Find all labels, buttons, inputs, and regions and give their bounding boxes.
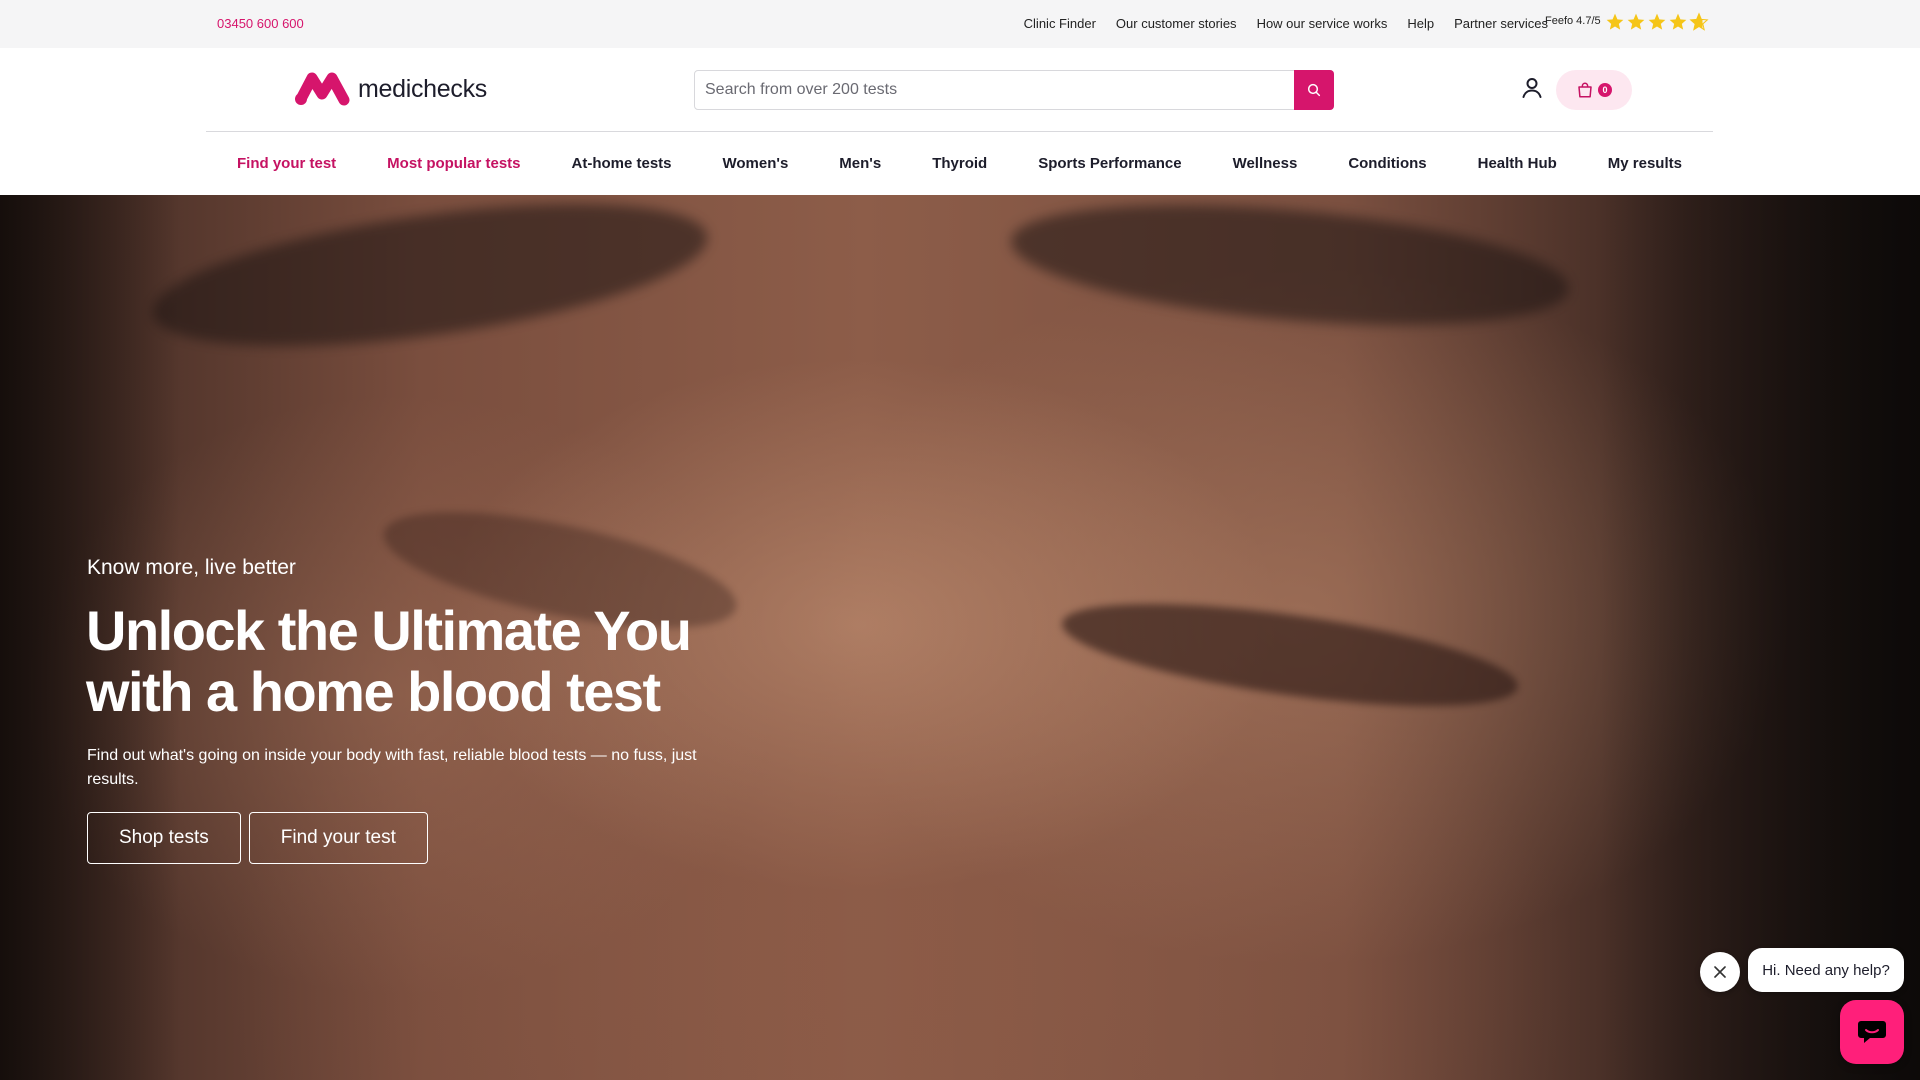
basket-button[interactable]: 0 xyxy=(1556,70,1632,110)
utility-bar: 03450 600 600 Clinic Finder Our customer… xyxy=(0,0,1920,48)
utility-links: Clinic Finder Our customer stories How o… xyxy=(1024,16,1548,31)
hero-banner: Know more, live better Unlock the Ultima… xyxy=(0,195,1920,1080)
site-header: medichecks 0 xyxy=(0,48,1920,132)
star-icon xyxy=(1627,13,1644,30)
star-icon xyxy=(1606,13,1623,30)
help-link[interactable]: Help xyxy=(1407,16,1434,31)
hero-title: Unlock the Ultimate You with a home bloo… xyxy=(86,599,692,723)
partner-services-link[interactable]: Partner services xyxy=(1454,16,1548,31)
account-button[interactable] xyxy=(1520,76,1544,100)
nav-health-hub[interactable]: Health Hub xyxy=(1478,155,1557,172)
chat-icon xyxy=(1858,1021,1886,1043)
hero-actions: Shop tests Find your test xyxy=(87,812,428,864)
search-input[interactable] xyxy=(695,71,1293,109)
hero-tagline: Know more, live better xyxy=(87,556,296,579)
chat-prompt-bubble[interactable]: Hi. Need any help? xyxy=(1748,948,1904,992)
search-button[interactable] xyxy=(1294,70,1334,110)
star-icon xyxy=(1648,13,1665,30)
chat-dismiss-button[interactable] xyxy=(1700,952,1740,992)
customer-stories-link[interactable]: Our customer stories xyxy=(1116,16,1237,31)
phone-number-link[interactable]: 03450 600 600 xyxy=(217,16,304,31)
shopping-bag-icon xyxy=(1578,82,1592,98)
chat-launcher-button[interactable] xyxy=(1840,1000,1904,1064)
nav-at-home-tests[interactable]: At-home tests xyxy=(572,155,672,172)
nav-mens[interactable]: Men's xyxy=(839,155,881,172)
half-star-icon xyxy=(1689,12,1709,31)
nav-my-results[interactable]: My results xyxy=(1608,155,1682,172)
main-navigation: Find your test Most popular tests At-hom… xyxy=(206,132,1713,195)
basket-count-badge: 0 xyxy=(1598,83,1612,97)
find-your-test-button[interactable]: Find your test xyxy=(248,812,428,864)
nav-conditions[interactable]: Conditions xyxy=(1348,155,1426,172)
nav-wellness[interactable]: Wellness xyxy=(1233,155,1298,172)
search-icon xyxy=(1307,83,1321,97)
nav-thyroid[interactable]: Thyroid xyxy=(932,155,987,172)
clinic-finder-link[interactable]: Clinic Finder xyxy=(1024,16,1096,31)
brand-logo[interactable]: medichecks xyxy=(294,72,487,106)
shop-tests-button[interactable]: Shop tests xyxy=(87,812,241,864)
user-icon xyxy=(1522,78,1542,98)
rating-stars xyxy=(1605,12,1709,32)
how-service-works-link[interactable]: How our service works xyxy=(1257,16,1388,31)
feefo-rating[interactable]: Feefo 4.7/5 xyxy=(1545,12,1709,32)
star-icon xyxy=(1669,13,1686,30)
hero-subtitle: Find out what's going on inside your bod… xyxy=(87,747,697,788)
logo-wordmark: medichecks xyxy=(358,74,487,103)
feefo-label: Feefo 4.7/5 xyxy=(1545,15,1601,27)
nav-find-your-test[interactable]: Find your test xyxy=(237,155,336,172)
nav-sports-performance[interactable]: Sports Performance xyxy=(1038,155,1181,172)
medichecks-logo-icon xyxy=(295,72,350,106)
nav-most-popular-tests[interactable]: Most popular tests xyxy=(387,155,520,172)
search-bar xyxy=(694,70,1334,110)
close-icon xyxy=(1714,966,1726,978)
nav-womens[interactable]: Women's xyxy=(723,155,789,172)
